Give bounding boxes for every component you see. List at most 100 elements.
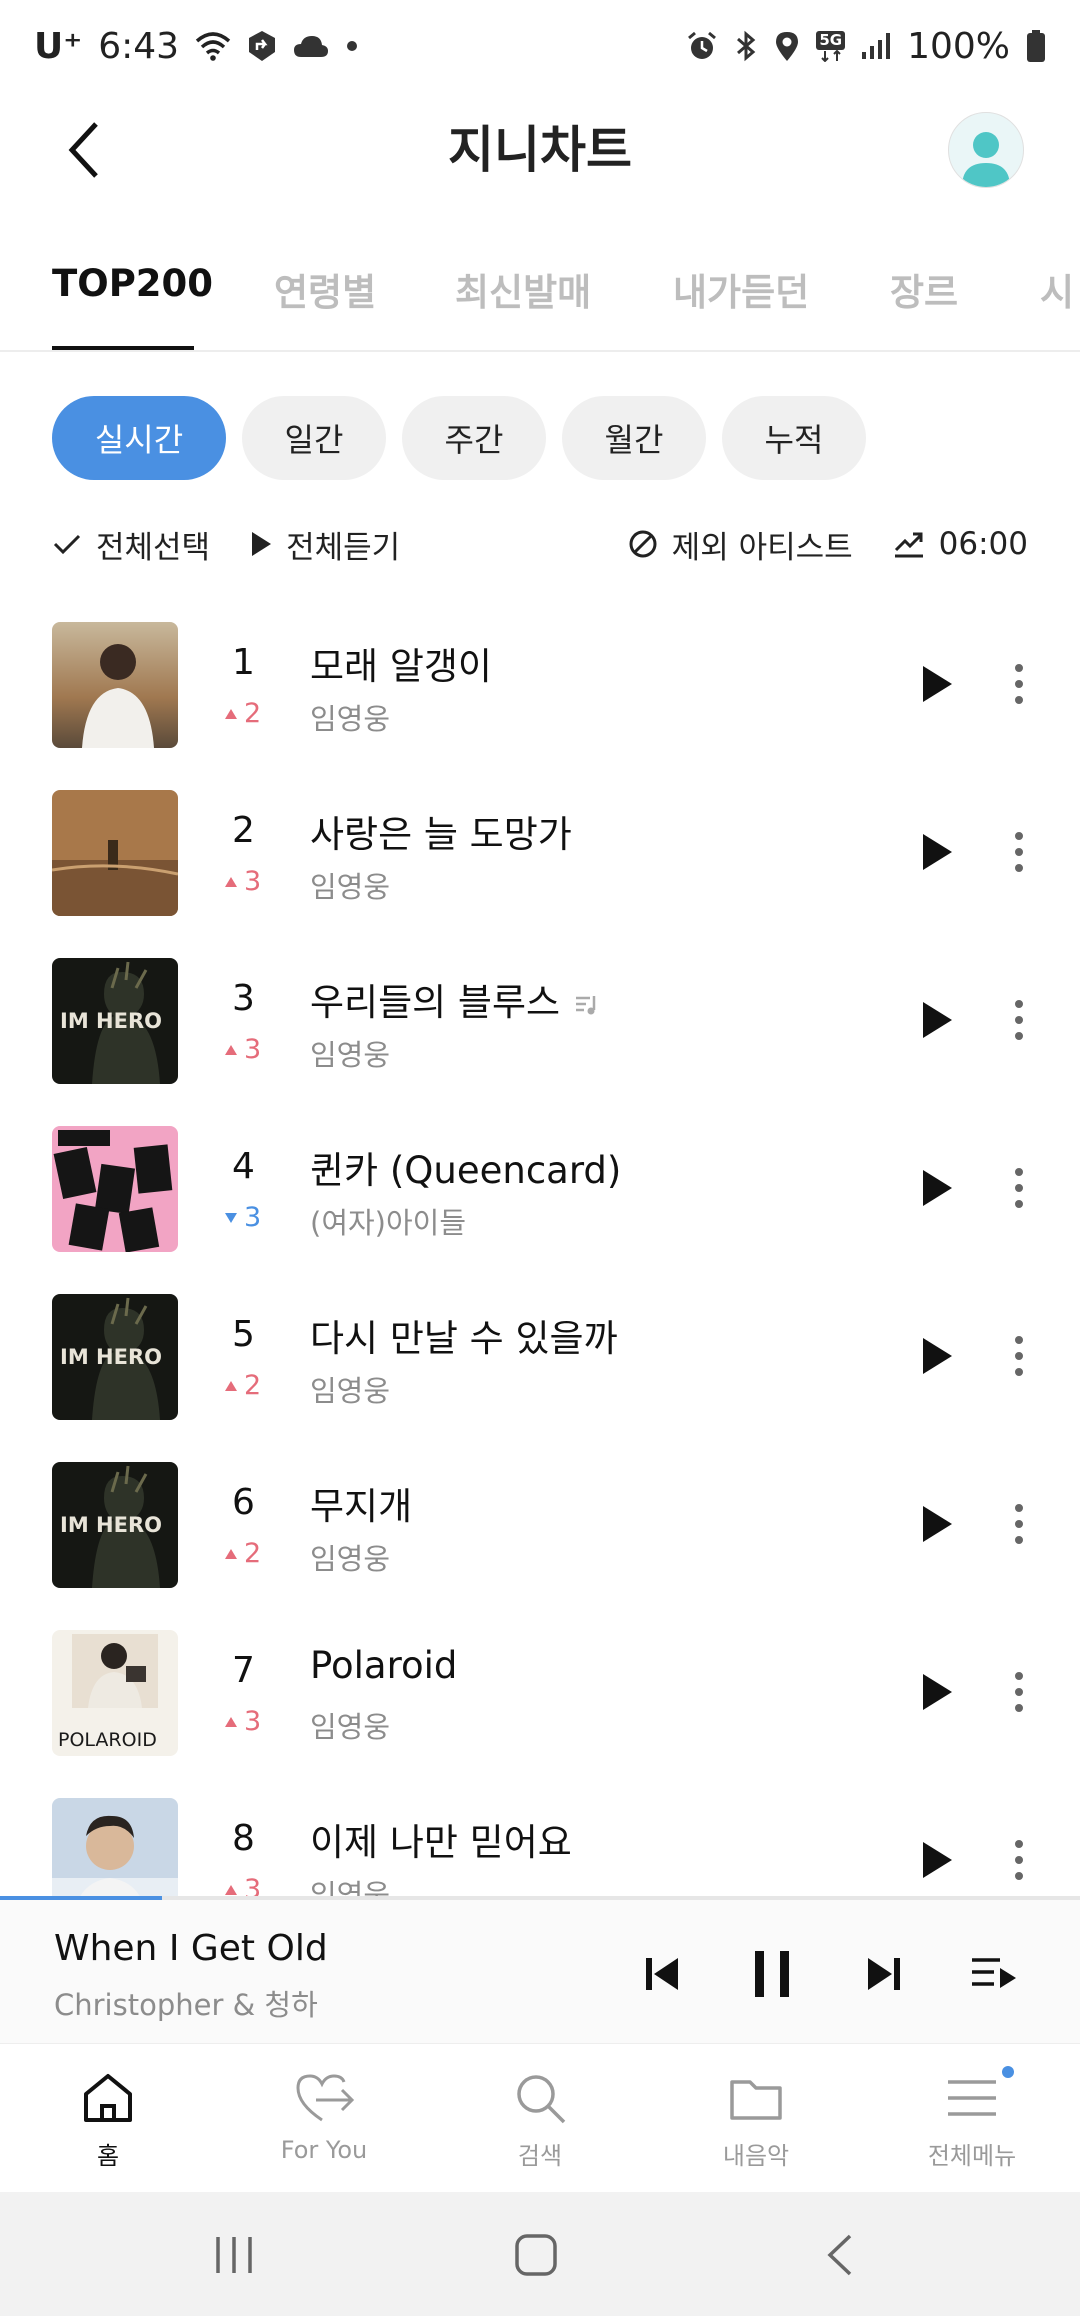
artist-name[interactable]: 임영웅 <box>310 1032 390 1074</box>
more-options-button[interactable] <box>1004 990 1034 1050</box>
play-button[interactable] <box>912 656 962 712</box>
song-title[interactable]: 모래 알갱이 <box>310 636 492 690</box>
user-icon <box>962 132 1010 187</box>
more-options-button[interactable] <box>1004 1326 1034 1386</box>
previous-button[interactable] <box>632 1944 692 2004</box>
song-title[interactable]: 이제 나만 믿어요 <box>310 1812 572 1866</box>
more-vertical-icon <box>1015 1672 1023 1712</box>
location-icon <box>774 30 800 62</box>
play-button[interactable] <box>912 824 962 880</box>
back-system-button[interactable] <box>810 2230 870 2280</box>
cloud-icon <box>293 33 329 59</box>
play-button[interactable] <box>912 1328 962 1384</box>
update-time[interactable]: 06:00 <box>893 526 1028 562</box>
more-options-button[interactable] <box>1004 1830 1034 1890</box>
song-title[interactable]: Polaroid <box>310 1644 457 1687</box>
tab-genre[interactable]: 장르 <box>890 262 958 316</box>
chip-cumulative[interactable]: 누적 <box>722 396 866 480</box>
artist-name[interactable]: 임영웅 <box>310 1872 390 1896</box>
rank-up-icon <box>225 1716 237 1727</box>
artist-name[interactable]: 임영웅 <box>310 1536 390 1578</box>
playlist-button[interactable] <box>964 1944 1024 2004</box>
album-cover[interactable] <box>52 790 178 916</box>
profile-avatar[interactable] <box>948 112 1024 188</box>
artist-name[interactable]: 임영웅 <box>310 1368 390 1410</box>
more-options-button[interactable] <box>1004 1662 1034 1722</box>
system-navigation-bar <box>0 2192 1080 2316</box>
network-label: 5G <box>816 30 846 50</box>
chart-row[interactable]: IM HERO 5 2 다시 만날 수 있을까 임영웅 <box>0 1272 1080 1440</box>
more-options-button[interactable] <box>1004 822 1034 882</box>
exclude-artist-label: 제외 아티스트 <box>671 529 853 566</box>
rank-up-icon <box>225 1884 237 1895</box>
carrier-label: U⁺ <box>34 25 83 67</box>
notification-badge <box>1002 2066 1014 2078</box>
chip-monthly[interactable]: 월간 <box>562 396 706 480</box>
album-cover[interactable] <box>52 1798 178 1896</box>
rank-number: 6 <box>232 1482 255 1523</box>
play-all-button[interactable]: 전체듣기 <box>250 522 400 567</box>
song-title[interactable]: 다시 만날 수 있을까 <box>310 1308 618 1362</box>
chart-row[interactable]: IM HERO 3 3 우리들의 블루스 임영웅 <box>0 936 1080 1104</box>
play-button[interactable] <box>912 1496 962 1552</box>
album-cover[interactable]: IM HERO <box>52 958 178 1084</box>
artist-name[interactable]: (여자)아이들 <box>310 1200 466 1242</box>
rank-change-value: 3 <box>244 1706 262 1737</box>
chip-weekly[interactable]: 주간 <box>402 396 546 480</box>
chart-row[interactable]: 4 3 퀸카 (Queencard) (여자)아이들 <box>0 1104 1080 1272</box>
chart-row[interactable]: IM HERO 6 2 무지개 임영웅 <box>0 1440 1080 1608</box>
album-cover[interactable]: IM HERO <box>52 1294 178 1420</box>
tab-my-history[interactable]: 내가듣던 <box>673 262 809 316</box>
chip-daily[interactable]: 일간 <box>242 396 386 480</box>
more-options-button[interactable] <box>1004 654 1034 714</box>
tab-new-release[interactable]: 최신발매 <box>455 262 591 316</box>
exclude-artist-button[interactable]: 제외 아티스트 <box>628 522 853 567</box>
next-button[interactable] <box>854 1944 914 2004</box>
network-5g-icon: 5G <box>816 30 846 62</box>
nav-for-you[interactable]: For You <box>216 2044 432 2192</box>
chart-row[interactable]: 1 2 모래 알갱이 임영웅 <box>0 600 1080 768</box>
play-button[interactable] <box>912 1832 962 1888</box>
chip-realtime[interactable]: 실시간 <box>52 396 226 480</box>
song-title[interactable]: 무지개 <box>310 1476 412 1530</box>
album-cover[interactable]: IM HERO <box>52 1462 178 1588</box>
tab-more[interactable]: 시 <box>1040 262 1074 316</box>
album-cover[interactable] <box>52 622 178 748</box>
nav-home[interactable]: 홈 <box>0 2044 216 2192</box>
tab-top200[interactable]: TOP200 <box>52 262 213 305</box>
nav-search[interactable]: 검색 <box>432 2044 648 2192</box>
more-vertical-icon <box>1015 832 1023 872</box>
nav-my-music[interactable]: 내음악 <box>648 2044 864 2192</box>
pause-button[interactable] <box>742 1944 802 2004</box>
more-vertical-icon <box>1015 1840 1023 1880</box>
tab-age[interactable]: 연령별 <box>274 262 376 316</box>
song-title-text: 모래 알갱이 <box>310 645 492 688</box>
rank-change-value: 2 <box>244 698 262 729</box>
song-title[interactable]: 퀸카 (Queencard) <box>310 1140 621 1194</box>
more-options-button[interactable] <box>1004 1494 1034 1554</box>
nav-my-music-label: 내음악 <box>722 2142 790 2170</box>
mini-player[interactable]: When I Get Old Christopher & 청하 <box>0 1900 1080 2044</box>
chart-row[interactable]: POLAROID 7 3 Polaroid 임영웅 <box>0 1608 1080 1776</box>
play-button[interactable] <box>912 1160 962 1216</box>
song-title[interactable]: 사랑은 늘 도망가 <box>310 804 572 858</box>
artist-name[interactable]: 임영웅 <box>310 696 390 738</box>
nav-all-menu[interactable]: 전체메뉴 <box>864 2044 1080 2192</box>
album-cover[interactable]: POLAROID <box>52 1630 178 1756</box>
song-title[interactable]: 우리들의 블루스 <box>310 972 600 1026</box>
check-icon <box>53 534 81 555</box>
more-options-button[interactable] <box>1004 1158 1034 1218</box>
select-all-button[interactable]: 전체선택 <box>52 522 210 567</box>
play-button[interactable] <box>912 1664 962 1720</box>
chart-row[interactable]: 2 3 사랑은 늘 도망가 임영웅 <box>0 768 1080 936</box>
play-button[interactable] <box>912 992 962 1048</box>
now-playing-artist: Christopher & 청하 <box>54 1988 318 2022</box>
chart-row[interactable]: 8 3 이제 나만 믿어요 임영웅 <box>0 1776 1080 1896</box>
artist-name[interactable]: 임영웅 <box>310 1704 390 1746</box>
menu-icon <box>948 2080 996 2116</box>
album-cover[interactable] <box>52 1126 178 1252</box>
recent-apps-button[interactable] <box>204 2230 264 2280</box>
artist-name[interactable]: 임영웅 <box>310 864 390 906</box>
home-system-button[interactable] <box>506 2230 566 2280</box>
play-icon <box>923 834 952 870</box>
